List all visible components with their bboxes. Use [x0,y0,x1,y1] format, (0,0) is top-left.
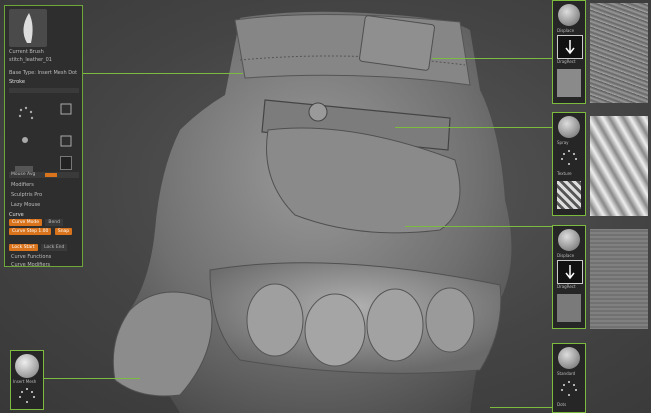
stroke-type-icons[interactable] [9,98,79,163]
standard-brush-icon [558,347,580,369]
drag-rect-icon [557,35,583,59]
curve-modifiers-menu[interactable]: Curve Modifiers [11,262,50,268]
curve-mode-button[interactable]: Curve Mode [9,219,42,226]
texture-swatch-3 [590,229,648,329]
callout-line-thumb [40,378,140,379]
stroke-dots-icon-3 [561,381,577,396]
displace-brush-icon-2 [558,229,580,251]
right-panel-4-alpha: Dots [557,402,567,407]
texture-swatch-1 [590,3,648,103]
brush-panel: Current Brush stitch_leather_01 Base Typ… [4,5,83,268]
right-panel-4[interactable]: Standard Dots [552,343,586,413]
stroke-subheader-bar [9,88,79,93]
right-panel-1-alpha: DragRect [557,59,576,64]
menu-item-curve[interactable]: Curve [9,212,24,218]
callout-line-right-2 [395,127,552,128]
texture-swatch-2 [590,116,648,216]
mouse-avg-slider[interactable]: Mouse Avg [9,172,79,178]
bottom-left-brush-panel[interactable]: Insert Mesh [10,350,44,410]
brush-thumbnail[interactable] [9,9,47,47]
callout-line-right-3 [405,226,552,227]
right-panel-3[interactable]: Displace DragRect [552,225,586,329]
lock-row: Lock Start Lock End [9,244,69,251]
callout-line-right-4 [490,407,552,408]
current-brush-title: Current Brush [9,49,44,55]
alpha-thumbnail-3 [557,294,581,322]
curve-mode-row: Curve Mode Bend [9,219,65,226]
callout-line-right-1 [432,58,552,59]
bottom-left-brush-name: Insert Mesh [13,379,37,384]
curve-step-row: Curve Step 1.00 Snap [9,228,74,235]
curve-step-slider[interactable]: Curve Step 1.00 [9,228,52,235]
slider-fill [45,173,57,177]
menu-item-sculptris-pro[interactable]: Sculptris Pro [11,192,42,198]
menu-item-modifiers[interactable]: Modifiers [11,182,34,188]
snap-button[interactable]: Snap [54,228,73,235]
stroke-dots-icon-2 [561,150,577,165]
right-panel-4-brush: Standard [557,371,576,376]
arrow-down-icon-2 [565,265,575,280]
right-panel-1-brush: Displace [557,28,575,33]
right-panel-2[interactable]: Spray Texture [552,112,586,216]
drag-rect-icon-2 [557,260,583,284]
sphere-brush-icon [15,354,39,378]
right-panel-2-alpha: Texture [557,171,572,176]
curve-functions-menu[interactable]: Curve Functions [11,254,51,260]
stroke-dots-icon [19,388,35,403]
bend-button[interactable]: Bend [45,219,63,226]
right-panel-1[interactable]: Displace DragRect [552,0,586,104]
menu-item-lazy-mouse[interactable]: Lazy Mouse [11,202,40,208]
stroke-menu-header[interactable]: Stroke [9,79,25,85]
displace-brush-icon [558,4,580,26]
brush-name: stitch_leather_01 [9,57,52,63]
right-panel-3-alpha: DragRect [557,284,576,289]
callout-line-brush [83,73,243,74]
right-panel-3-brush: Displace [557,253,575,258]
arrow-down-icon [565,40,575,55]
brush-stroke-icon [23,13,33,43]
right-panel-2-brush: Spray [557,140,569,145]
lock-end-button[interactable]: Lock End [41,244,68,251]
alpha-thumbnail [557,69,581,97]
weave-thumbnail [557,181,581,209]
lock-start-button[interactable]: Lock Start [9,244,38,251]
spray-brush-icon [558,116,580,138]
base-type-label: Base Type: Insert Mesh Dot [9,70,78,76]
stroke-preview-2 [60,156,72,170]
